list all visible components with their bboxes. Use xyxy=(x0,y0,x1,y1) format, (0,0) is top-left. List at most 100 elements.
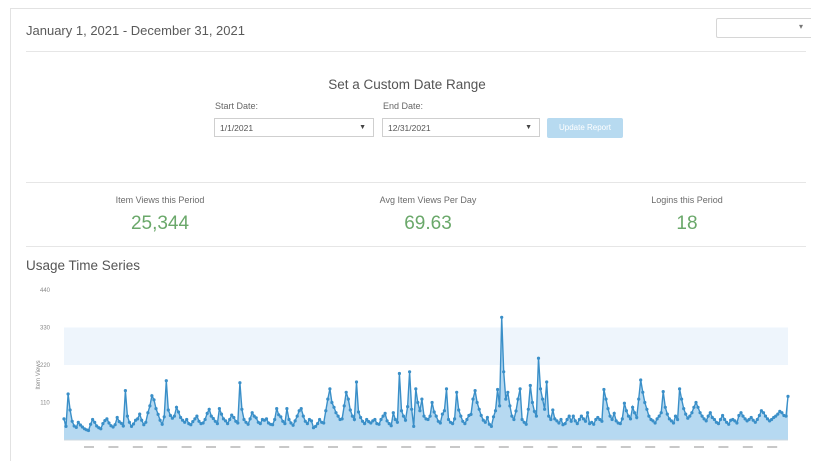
data-point xyxy=(583,419,588,423)
data-point xyxy=(248,417,252,421)
data-point xyxy=(342,404,346,408)
x-tick-mark xyxy=(694,446,704,448)
custom-range-title: Set a Custom Date Range xyxy=(328,77,486,92)
x-tick-mark xyxy=(401,446,412,448)
data-point xyxy=(532,409,537,413)
data-point xyxy=(279,415,283,419)
data-point xyxy=(475,400,479,405)
data-point xyxy=(434,414,438,418)
start-date-value: 1/1/2021 xyxy=(220,123,254,133)
data-point xyxy=(354,380,359,384)
data-point xyxy=(150,394,154,398)
data-point xyxy=(136,417,140,421)
data-point xyxy=(498,404,502,408)
data-point xyxy=(215,422,219,426)
update-report-button[interactable]: Update Report xyxy=(547,118,623,138)
data-point xyxy=(185,417,189,422)
data-point xyxy=(148,404,152,408)
data-point xyxy=(316,422,320,426)
data-point xyxy=(391,411,395,415)
x-tick-mark xyxy=(547,446,558,448)
data-point xyxy=(401,414,406,418)
data-point xyxy=(217,407,221,411)
data-point xyxy=(755,417,759,422)
data-point xyxy=(637,397,641,401)
data-point xyxy=(121,424,125,428)
data-point xyxy=(324,409,328,413)
data-point xyxy=(569,419,573,423)
chevron-down-icon: ▾ xyxy=(798,22,803,31)
y-tick-label-110: 110 xyxy=(40,401,50,407)
data-point xyxy=(144,420,148,424)
data-point xyxy=(271,423,275,427)
data-point xyxy=(393,417,397,422)
data-point xyxy=(156,412,160,416)
stat-value-logins: 18 xyxy=(676,213,698,234)
data-point xyxy=(592,422,596,426)
data-point xyxy=(146,411,150,415)
data-point xyxy=(451,422,455,426)
data-point xyxy=(403,418,408,422)
data-point xyxy=(688,414,692,418)
stats-bottom-divider xyxy=(26,246,806,247)
data-point xyxy=(673,414,678,418)
data-point xyxy=(66,392,70,396)
data-point xyxy=(219,412,224,416)
data-point xyxy=(301,414,305,418)
data-point xyxy=(174,405,179,409)
data-point xyxy=(520,417,524,422)
dropdown-arrow-icon: ▼ xyxy=(525,124,532,131)
data-point xyxy=(346,397,350,401)
data-point xyxy=(226,422,230,426)
data-point xyxy=(359,415,363,420)
data-point xyxy=(657,414,661,418)
data-point xyxy=(655,417,659,421)
end-date-value: 12/31/2021 xyxy=(388,123,431,133)
data-point xyxy=(500,315,504,319)
period-select[interactable]: ▾ xyxy=(716,18,811,38)
usage-section-title: Usage Time Series xyxy=(26,258,141,273)
data-point xyxy=(305,422,309,426)
data-point xyxy=(164,379,168,383)
usage-time-series-chart: 110220330440Item Views xyxy=(36,288,790,448)
data-point xyxy=(162,415,166,419)
x-tick-mark xyxy=(718,446,729,448)
data-point xyxy=(287,417,291,422)
data-point xyxy=(643,400,647,405)
y-axis-label: Item Views xyxy=(36,360,42,389)
data-point xyxy=(639,378,643,382)
data-point xyxy=(240,407,244,411)
data-point xyxy=(538,387,543,391)
data-point xyxy=(696,405,700,409)
data-point xyxy=(551,408,555,412)
data-point xyxy=(428,414,432,418)
x-tick-mark xyxy=(523,446,534,448)
data-point xyxy=(232,415,236,420)
dropdown-arrow-icon: ▼ xyxy=(359,124,366,131)
data-point xyxy=(207,407,211,411)
end-date-select[interactable]: 12/31/2021 ▼ xyxy=(382,118,540,137)
data-point xyxy=(763,414,768,418)
data-point xyxy=(512,417,516,422)
data-point xyxy=(557,421,561,425)
data-point xyxy=(86,428,91,433)
data-point xyxy=(379,417,383,422)
data-point xyxy=(191,420,195,424)
data-point xyxy=(477,407,481,411)
data-point xyxy=(283,422,287,426)
data-point xyxy=(224,419,228,423)
data-point xyxy=(211,416,215,421)
data-point xyxy=(493,409,498,413)
data-point xyxy=(332,405,336,409)
data-point xyxy=(201,421,205,425)
data-point xyxy=(420,397,424,401)
data-point xyxy=(663,405,667,409)
data-point xyxy=(526,407,530,411)
data-point xyxy=(721,413,725,418)
data-point xyxy=(412,424,416,428)
data-point xyxy=(718,417,723,422)
data-point xyxy=(631,405,635,409)
start-date-select[interactable]: 1/1/2021 ▼ xyxy=(214,118,374,137)
data-point xyxy=(246,422,250,426)
data-point xyxy=(195,414,199,418)
